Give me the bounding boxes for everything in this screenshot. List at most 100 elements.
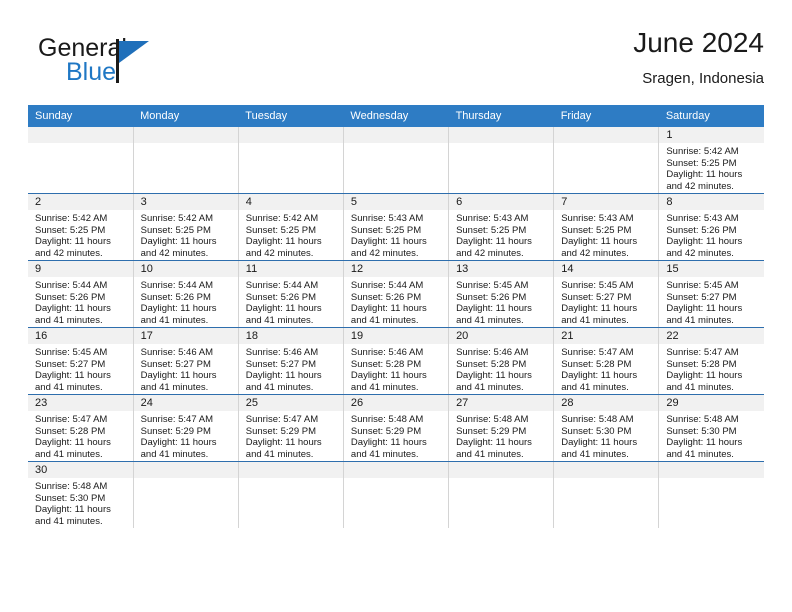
day-number: 8 [659,194,764,210]
calendar-day-cell[interactable]: 24 Sunrise: 5:47 AM Sunset: 5:29 PM Dayligh… [133,394,239,462]
day-cell-inner: 2 Sunrise: 5:42 AM Sunset: 5:25 PM Daylight… [28,194,133,260]
calendar-day-cell[interactable]: 8 Sunrise: 5:43 AM Sunset: 5:26 PM Daylight… [658,193,764,261]
day-daylight-line1-text: Daylight: 11 hours [561,370,638,382]
day-detail-lines [449,478,553,481]
calendar-day-cell[interactable]: 2 Sunrise: 5:42 AM Sunset: 5:25 PM Daylight… [28,193,134,261]
day-sunrise-text: Sunrise: 5:44 AM [350,280,424,291]
calendar-day-cell[interactable]: 10 Sunrise: 5:44 AM Sunset: 5:26 PM Dayligh… [133,260,239,328]
day-daylight-line1-text: Daylight: 11 hours [350,303,427,315]
day-sunset-text: Sunset: 5:29 PM [350,425,422,437]
calendar-day-cell[interactable]: 18 Sunrise: 5:46 AM Sunset: 5:27 PM Dayligh… [238,327,344,395]
day-cell-inner [659,462,764,528]
calendar-day-cell-empty [448,461,555,528]
calendar-table: Sunday Monday Tuesday Wednesday Thursday Frid… [28,105,764,528]
day-sunrise-text: Sunrise: 5:47 AM [666,347,739,358]
day-detail-lines: Sunrise: 5:44 AM Sunset: 5:26 PM Daylight:… [344,277,448,326]
day-daylight-line2-text: and 42 minutes. [666,247,734,259]
calendar-day-cell[interactable]: 20 Sunrise: 5:46 AM Sunset: 5:28 PM Dayligh… [448,327,555,395]
day-number: 12 [343,261,449,277]
calendar-day-cell[interactable]: 1 Sunrise: 5:42 AM Sunset: 5:25 PM Daylight… [658,127,764,194]
calendar-day-cell[interactable]: 30 Sunrise: 5:48 AM Sunset: 5:30 PM Dayligh… [28,461,134,528]
day-daylight-line2-text: and 42 minutes. [350,247,419,259]
day-sunset-text: Sunset: 5:27 PM [666,291,737,303]
calendar-day-cell[interactable]: 9 Sunrise: 5:44 AM Sunset: 5:26 PM Daylight… [28,260,134,328]
day-cell-inner: 17 Sunrise: 5:46 AM Sunset: 5:27 PM Dayligh… [133,328,238,394]
day-sunrise-text: Sunrise: 5:48 AM [456,414,529,425]
day-detail-lines: Sunrise: 5:48 AM Sunset: 5:30 PM Daylight:… [554,411,658,460]
calendar-day-cell[interactable]: 29 Sunrise: 5:48 AM Sunset: 5:30 PM Dayligh… [658,394,764,462]
calendar-day-cell[interactable]: 3 Sunrise: 5:42 AM Sunset: 5:25 PM Daylight… [133,193,239,261]
day-sunrise-text: Sunrise: 5:45 AM [561,280,634,291]
calendar-day-cell[interactable]: 28 Sunrise: 5:48 AM Sunset: 5:30 PM Dayligh… [553,394,660,462]
day-cell-inner: 16 Sunrise: 5:45 AM Sunset: 5:27 PM Dayligh… [28,328,133,394]
day-number [554,127,659,143]
day-cell-inner: 14 Sunrise: 5:45 AM Sunset: 5:27 PM Dayligh… [554,261,659,327]
day-detail-lines: Sunrise: 5:48 AM Sunset: 5:29 PM Daylight:… [449,411,553,460]
calendar-day-cell-empty [448,127,555,194]
day-daylight-line1-text: Daylight: 11 hours [456,437,532,449]
day-number: 25 [238,395,343,411]
calendar-day-cell[interactable]: 21 Sunrise: 5:47 AM Sunset: 5:28 PM Dayligh… [553,327,660,395]
calendar-day-cell[interactable]: 11 Sunrise: 5:44 AM Sunset: 5:26 PM Dayligh… [238,260,344,328]
day-number: 4 [238,194,343,210]
day-detail-lines: Sunrise: 5:48 AM Sunset: 5:29 PM Daylight:… [344,411,448,460]
calendar-day-cell[interactable]: 15 Sunrise: 5:45 AM Sunset: 5:27 PM Dayligh… [658,260,764,328]
day-cell-inner: 23 Sunrise: 5:47 AM Sunset: 5:28 PM Dayligh… [28,395,133,461]
day-detail-lines [659,478,764,481]
day-sunrise-text: Sunrise: 5:46 AM [350,347,424,358]
day-detail-lines [239,143,343,146]
day-detail-lines: Sunrise: 5:47 AM Sunset: 5:28 PM Daylight:… [554,344,658,393]
calendar-day-cell[interactable]: 26 Sunrise: 5:48 AM Sunset: 5:29 PM Dayligh… [343,394,450,462]
day-detail-lines: Sunrise: 5:45 AM Sunset: 5:26 PM Daylight:… [449,277,553,326]
day-detail-lines: Sunrise: 5:45 AM Sunset: 5:27 PM Daylight:… [659,277,764,326]
calendar-day-cell[interactable]: 13 Sunrise: 5:45 AM Sunset: 5:26 PM Dayligh… [448,260,555,328]
day-sunset-text: Sunset: 5:26 PM [666,224,737,236]
day-cell-inner: 22 Sunrise: 5:47 AM Sunset: 5:28 PM Dayligh… [659,328,764,394]
day-daylight-line1-text: Daylight: 11 hours [666,236,743,248]
day-number: 17 [133,328,238,344]
day-sunrise-text: Sunrise: 5:42 AM [245,213,319,224]
day-number: 7 [554,194,659,210]
brand-logo[interactable]: General Blue [38,34,258,94]
day-sunset-text: Sunset: 5:26 PM [245,291,317,303]
day-daylight-line1-text: Daylight: 11 hours [561,303,638,315]
day-sunset-text: Sunset: 5:25 PM [140,224,211,236]
calendar-day-cell[interactable]: 5 Sunrise: 5:43 AM Sunset: 5:25 PM Daylight… [343,193,450,261]
calendar-day-cell[interactable]: 7 Sunrise: 5:43 AM Sunset: 5:25 PM Daylight… [553,193,660,261]
weekday-header-row: Sunday Monday Tuesday Wednesday Thursday Frid… [28,105,764,127]
calendar-week-row: 1 Sunrise: 5:42 AM Sunset: 5:25 PM Daylight… [28,127,764,194]
calendar-day-cell[interactable]: 17 Sunrise: 5:46 AM Sunset: 5:27 PM Dayligh… [133,327,239,395]
day-daylight-line2-text: and 41 minutes. [561,381,629,393]
day-cell-inner: 11 Sunrise: 5:44 AM Sunset: 5:26 PM Dayligh… [238,261,343,327]
calendar-week-row: 9 Sunrise: 5:44 AM Sunset: 5:26 PM Daylight… [28,260,764,328]
day-daylight-line2-text: and 41 minutes. [561,448,629,460]
day-daylight-line1-text: Daylight: 11 hours [35,504,111,516]
day-cell-inner [449,127,554,193]
day-sunrise-text: Sunrise: 5:46 AM [245,347,319,358]
day-sunrise-text: Sunrise: 5:43 AM [666,213,739,224]
calendar-day-cell[interactable]: 23 Sunrise: 5:47 AM Sunset: 5:28 PM Dayligh… [28,394,134,462]
calendar-day-cell[interactable]: 16 Sunrise: 5:45 AM Sunset: 5:27 PM Dayligh… [28,327,134,395]
day-cell-inner: 30 Sunrise: 5:48 AM Sunset: 5:30 PM Dayligh… [28,462,133,528]
calendar-day-cell[interactable]: 27 Sunrise: 5:48 AM Sunset: 5:29 PM Dayligh… [448,394,555,462]
weekday-header-thursday: Thursday [448,105,554,127]
day-detail-lines: Sunrise: 5:48 AM Sunset: 5:30 PM Daylight:… [28,478,133,527]
calendar-day-cell[interactable]: 12 Sunrise: 5:44 AM Sunset: 5:26 PM Dayligh… [343,260,450,328]
day-number: 24 [133,395,238,411]
day-daylight-line1-text: Daylight: 11 hours [456,303,532,315]
day-daylight-line1-text: Daylight: 11 hours [140,303,217,315]
calendar-day-cell[interactable]: 22 Sunrise: 5:47 AM Sunset: 5:28 PM Dayligh… [658,327,764,395]
day-sunset-text: Sunset: 5:25 PM [456,224,527,236]
calendar-day-cell[interactable]: 14 Sunrise: 5:45 AM Sunset: 5:27 PM Dayligh… [553,260,660,328]
day-detail-lines [554,478,658,481]
day-number: 14 [554,261,659,277]
calendar-body: 1 Sunrise: 5:42 AM Sunset: 5:25 PM Daylight… [28,127,764,528]
calendar-day-cell[interactable]: 4 Sunrise: 5:42 AM Sunset: 5:25 PM Daylight… [238,193,344,261]
day-number [238,127,343,143]
calendar-day-cell[interactable]: 6 Sunrise: 5:43 AM Sunset: 5:25 PM Daylight… [448,193,555,261]
day-cell-inner: 12 Sunrise: 5:44 AM Sunset: 5:26 PM Dayligh… [343,261,449,327]
day-sunset-text: Sunset: 5:28 PM [456,358,527,370]
calendar-day-cell[interactable]: 19 Sunrise: 5:46 AM Sunset: 5:28 PM Dayligh… [343,327,450,395]
calendar-day-cell[interactable]: 25 Sunrise: 5:47 AM Sunset: 5:29 PM Dayligh… [238,394,344,462]
day-daylight-line2-text: and 41 minutes. [666,314,734,326]
